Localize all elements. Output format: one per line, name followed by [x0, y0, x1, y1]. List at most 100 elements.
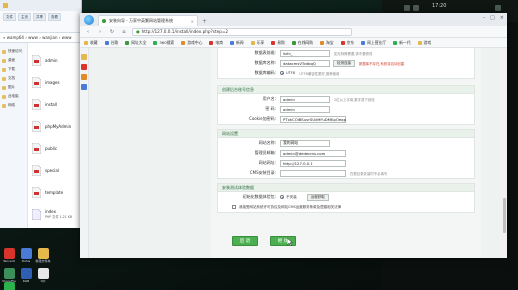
nav-item[interactable]: 网络 — [0, 101, 27, 110]
list-item[interactable]: public — [28, 137, 81, 159]
bookmark-icon — [271, 40, 276, 45]
list-item[interactable]: images — [28, 71, 81, 93]
sidebar-app-icon[interactable] — [81, 84, 87, 90]
ribbon-tab-share[interactable]: 共享 — [33, 13, 46, 21]
nav-item[interactable]: 此电脑 — [0, 92, 27, 101]
agreement-checkbox[interactable] — [232, 205, 236, 209]
file-icon — [31, 76, 41, 89]
address-bar[interactable]: ● http://127.0.0.1/install/index.php?ste… — [132, 27, 352, 36]
field-label: Cookie加密码: — [249, 116, 276, 121]
admin-username-input[interactable]: admin — [280, 95, 330, 103]
cookie-key-input[interactable]: PTxkCOiBSuvrSUdHFuDMKpOeqp — [280, 115, 346, 123]
bookmark-icon — [417, 40, 422, 45]
bookmark-item[interactable]: 收藏 — [84, 40, 98, 46]
bookmark-item[interactable]: 网址大全 — [125, 40, 146, 46]
sidebar-game-icon[interactable] — [81, 74, 87, 80]
section-title: 安装测试体验数据 — [218, 184, 474, 192]
bookmark-item[interactable]: 电商 — [209, 40, 223, 46]
browser-sidebar — [80, 48, 89, 258]
bookmark-item[interactable]: 游戏中心 — [181, 40, 202, 46]
bookmark-icon — [153, 40, 158, 45]
form-row: Cookie加密码: PTxkCOiBSuvrSUdHFuDMKpOeqp — [218, 114, 474, 124]
ribbon-tab-file[interactable]: 文件 — [3, 13, 16, 21]
close-icon[interactable]: × — [500, 15, 504, 21]
table-prefix-input[interactable]: lizhi_ — [280, 49, 330, 57]
list-item[interactable]: admin — [28, 49, 81, 71]
desktop-shortcut[interactable]: 微信 — [0, 282, 18, 290]
sidebar-star-icon[interactable] — [81, 54, 87, 60]
list-item[interactable]: index PHP 文件 1.21 KB — [28, 203, 81, 225]
site-settings-section: 网站设置 网站名称: 我的网站 管理员邮箱: admin@dedecms.com… — [217, 129, 475, 179]
site-name-input[interactable]: 我的网站 — [280, 139, 330, 147]
bookmark-item[interactable]: 谷歌 — [104, 40, 118, 46]
cms-dir-input[interactable] — [280, 169, 346, 177]
rgb-app-icon — [20, 268, 32, 279]
bookmark-item[interactable]: 游戏 — [417, 40, 431, 46]
admin-password-input[interactable]: admin — [280, 105, 330, 113]
form-row: 网站名称: 我的网站 — [218, 138, 474, 148]
minimize-icon[interactable]: – — [483, 15, 486, 21]
network-icon[interactable] — [404, 5, 410, 11]
bookmark-item[interactable]: 京东 — [340, 40, 354, 46]
reload-icon[interactable]: ↻ — [108, 28, 116, 36]
bookmark-item[interactable]: 新一代 — [393, 40, 411, 46]
vertical-scrollbar[interactable] — [502, 48, 507, 258]
close-tab-icon[interactable]: × — [191, 19, 194, 24]
scrollbar-thumb[interactable] — [503, 198, 506, 233]
bookmark-item[interactable]: 新闻 — [230, 40, 244, 46]
browser-tabstrip: 安装向导 - 万家中英繁网站管理系统 × + — [80, 13, 507, 26]
nav-item[interactable]: 下载 — [0, 65, 27, 74]
browser-tab[interactable]: 安装向导 - 万家中英繁网站管理系统 × — [98, 15, 198, 26]
encoding-radio[interactable] — [280, 71, 284, 75]
list-item[interactable]: template — [28, 181, 81, 203]
field-hint: 数据库不存在,系统将自动创建 — [359, 61, 405, 66]
home-icon[interactable]: ⌂ — [120, 28, 128, 36]
file-icon — [31, 186, 41, 199]
new-tab-icon[interactable]: + — [200, 17, 209, 26]
form-row: CMS安装目录: 在根目录安装时不必填写 — [218, 168, 474, 178]
browser-toolbar: ‹ › ↻ ⌂ ● http://127.0.0.1/install/index… — [80, 26, 507, 38]
nav-item[interactable]: 文档 — [0, 74, 27, 83]
desktop-shortcut[interactable]: Tencent — [0, 248, 18, 268]
bookmark-icon — [319, 40, 324, 45]
back-button[interactable]: 后 退 — [232, 236, 258, 246]
file-icon — [31, 120, 41, 133]
list-item[interactable]: install — [28, 93, 81, 115]
ribbon-tab-home[interactable]: 主页 — [18, 13, 31, 21]
nav-item[interactable]: 桌面 — [0, 56, 27, 65]
folder-icon — [2, 94, 6, 99]
forward-icon[interactable]: › — [96, 28, 104, 36]
nav-item[interactable]: 图片 — [0, 83, 27, 92]
admin-email-input[interactable]: admin@dedecms.com — [280, 149, 346, 157]
bookmark-item[interactable]: 淘宝 — [319, 40, 334, 46]
explorer-nav-pane: 快速访问 桌面 下载 文档 图片 此电脑 网络 — [0, 43, 28, 228]
desktop-shortcut[interactable]: QQ — [34, 268, 52, 288]
notification-icon[interactable] — [495, 5, 501, 11]
volume-icon[interactable] — [413, 5, 419, 11]
explorer-file-list: admin images install phpMyAdmin public s… — [28, 43, 81, 228]
tray-clock[interactable]: 17:20 — [432, 3, 446, 9]
remote-fetch-button[interactable]: 远程获取 — [306, 193, 329, 201]
desktop-shortcut[interactable]: RGB — [17, 268, 35, 288]
desktop-shortcut[interactable]: 新建文件夹 — [34, 248, 52, 268]
bookmark-item[interactable]: 乐享 — [250, 40, 264, 46]
sidebar-weibo-icon[interactable] — [81, 64, 87, 70]
sharefile-app-icon — [3, 268, 15, 279]
list-item[interactable]: special — [28, 159, 81, 181]
ribbon-tab-view[interactable]: 查看 — [48, 13, 61, 21]
check-connection-button[interactable]: 检测连接 — [333, 59, 355, 67]
desktop-shortcut[interactable]: Rufus — [17, 248, 35, 268]
maximize-icon[interactable]: □ — [490, 15, 495, 21]
bookmark-item[interactable]: 易购 — [271, 40, 285, 46]
bookmark-item[interactable]: 网上营业厅 — [361, 40, 386, 46]
test-data-radio[interactable] — [280, 195, 284, 199]
back-icon[interactable]: ‹ — [84, 28, 92, 36]
bookmark-item[interactable]: 360搜索 — [153, 40, 174, 46]
explorer-address-bar[interactable]: « wamp64 › www › wanjian › www — [0, 33, 81, 43]
database-name-input[interactable]: datacmsVTcdbqQ — [280, 59, 330, 67]
bookmark-item[interactable]: 在线网购 — [291, 40, 313, 46]
rufus-app-icon — [20, 248, 32, 259]
site-url-input[interactable]: http://127.0.0.1 — [280, 159, 346, 167]
list-item[interactable]: phpMyAdmin — [28, 115, 81, 137]
nav-item[interactable]: 快速访问 — [0, 47, 27, 56]
